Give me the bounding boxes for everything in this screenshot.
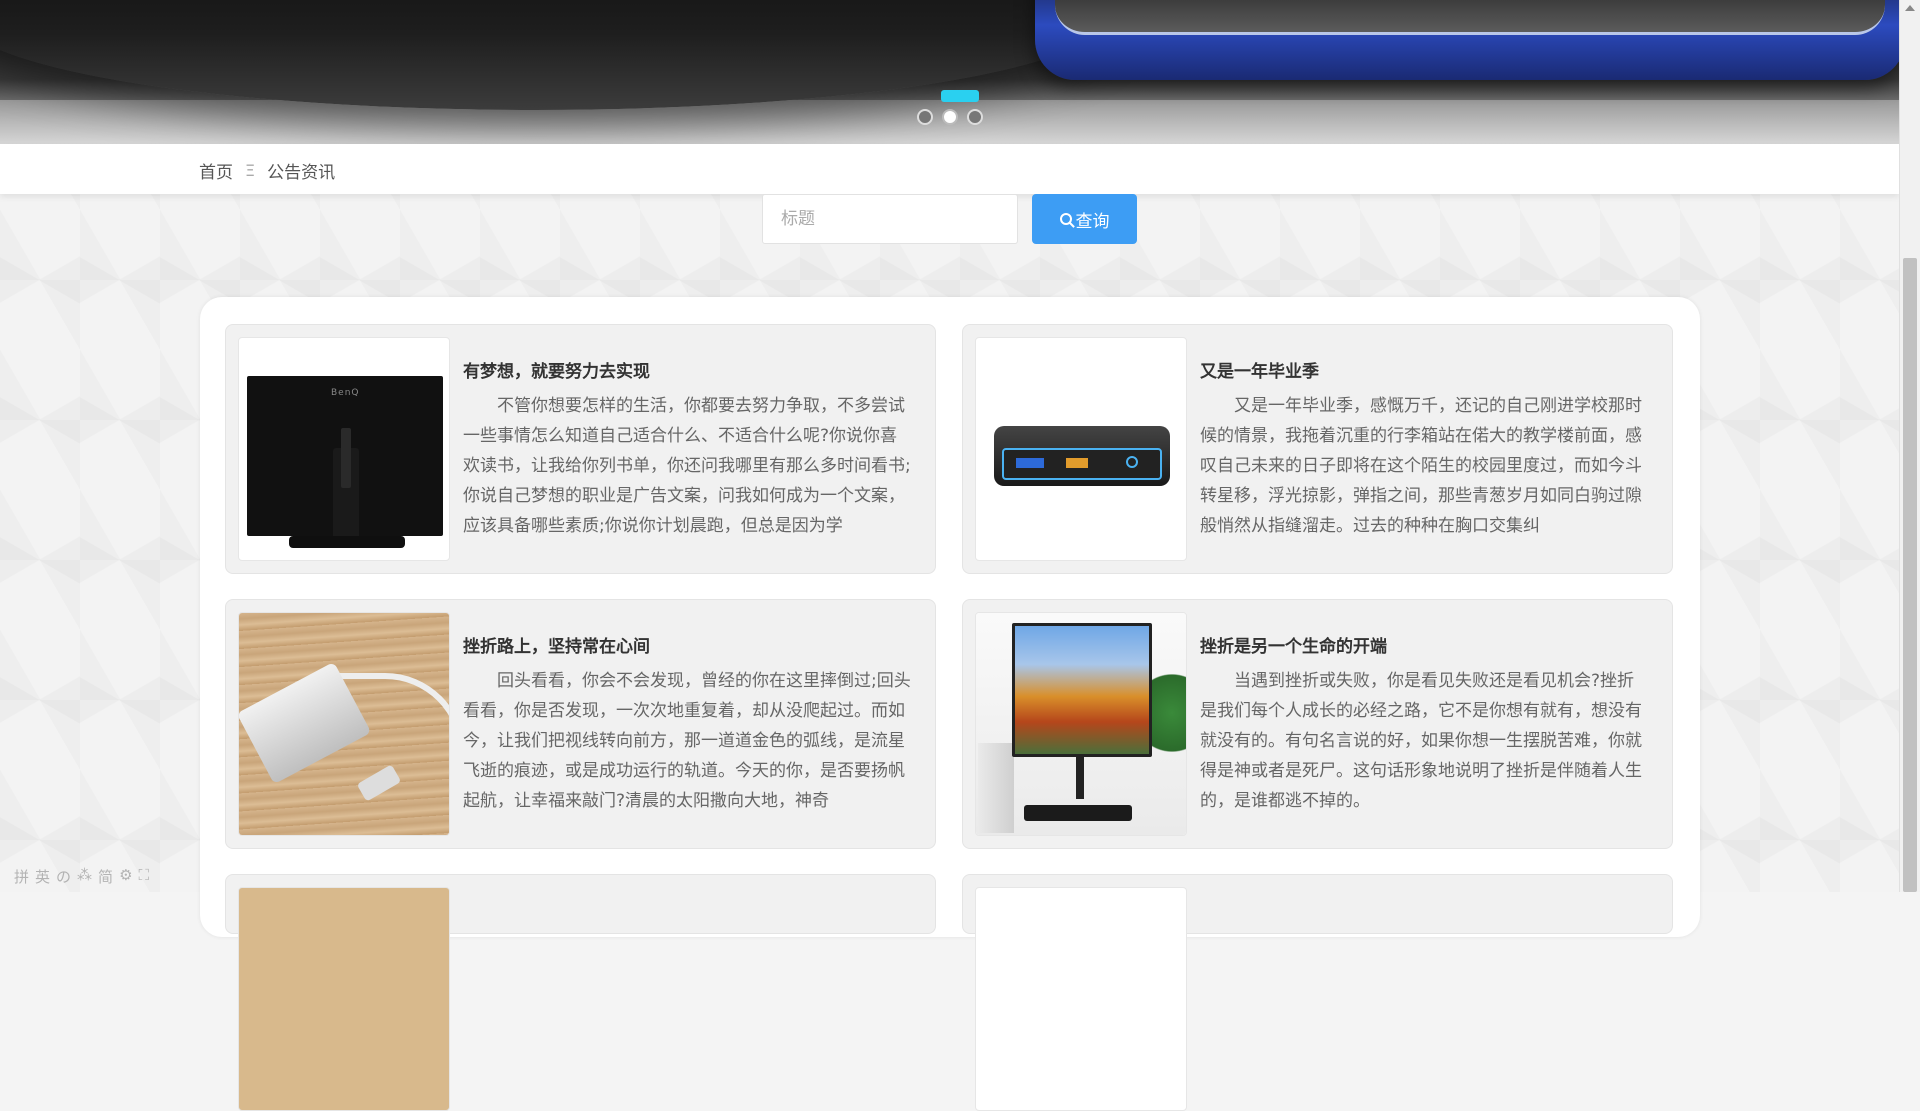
ime-pinyin-icon[interactable]: 拼 <box>14 866 29 887</box>
carousel-dot-1[interactable] <box>917 109 933 125</box>
search-icon <box>1059 213 1072 225</box>
monitor-back-image[interactable]: BenQ <box>238 337 450 561</box>
carousel-dots <box>917 109 983 125</box>
article-card[interactable]: BenQ 有梦想，就要努力去实现 不管你想要怎样的生活，你都要去努力争取，不多尝… <box>225 324 936 574</box>
article-excerpt: 回头看看，你会不会发现，曾经的你在这里摔倒过;回头看看，你是否发现，一次次地重复… <box>463 671 911 811</box>
scroll-up-icon[interactable] <box>1905 5 1915 11</box>
breadcrumb-home-link[interactable]: 首页 <box>199 158 233 183</box>
ime-toolbar: 拼 英 の ⁂ 简 ⚙ ⛶ <box>14 866 149 887</box>
breadcrumb-separator-icon: Ξ <box>245 161 256 180</box>
article-title[interactable]: 挫折是另一个生命的开端 <box>1200 632 1387 657</box>
article-card[interactable] <box>962 874 1673 1111</box>
scrollbar-thumb[interactable] <box>1903 258 1917 892</box>
breadcrumb-bar: 首页 Ξ 公告资讯 <box>0 144 1899 194</box>
article-title[interactable]: 又是一年毕业季 <box>1200 357 1319 382</box>
article-excerpt: 又是一年毕业季，感慨万千，还记的自己刚进学校那时候的情景，我拖着沉重的行李箱站在… <box>1200 396 1642 536</box>
article-card[interactable] <box>225 874 936 1111</box>
page-scrollbar[interactable] <box>1899 0 1920 892</box>
article-list-panel: BenQ 有梦想，就要努力去实现 不管你想要怎样的生活，你都要去努力争取，不多尝… <box>200 297 1700 1111</box>
banner-indicator-light <box>941 90 979 102</box>
article-thumbnail-image[interactable] <box>975 887 1187 1111</box>
search-button[interactable]: 查询 <box>1032 194 1137 244</box>
usb-hub-image[interactable] <box>238 612 450 836</box>
article-title[interactable]: 有梦想，就要努力去实现 <box>463 357 650 382</box>
article-card[interactable]: 挫折路上，坚持常在心间 回头看看，你会不会发现，曾经的你在这里摔倒过;回头看看，… <box>225 599 936 849</box>
title-search-input[interactable] <box>762 194 1018 244</box>
article-card[interactable]: 又是一年毕业季 又是一年毕业季，感慨万千，还记的自己刚进学校那时候的情景，我拖着… <box>962 324 1673 574</box>
breadcrumb: 首页 Ξ 公告资讯 <box>199 158 335 183</box>
carousel-banner[interactable] <box>0 0 1899 144</box>
breadcrumb-current[interactable]: 公告资讯 <box>267 158 335 183</box>
article-thumbnail-image[interactable] <box>238 887 450 1111</box>
carousel-dot-2[interactable] <box>942 109 958 125</box>
ime-punct-icon[interactable]: の <box>56 866 71 887</box>
ime-simplified-icon[interactable]: 简 <box>98 866 113 887</box>
ime-settings-icon[interactable]: ⚙ <box>119 866 132 887</box>
ime-symbol-icon[interactable]: ⁂ <box>77 866 92 887</box>
power-icon <box>1126 456 1138 468</box>
carousel-dot-3[interactable] <box>967 109 983 125</box>
desktop-monitor-image[interactable] <box>975 612 1187 836</box>
search-button-label: 查询 <box>1075 211 1110 232</box>
ime-english-icon[interactable]: 英 <box>35 866 50 887</box>
article-excerpt: 不管你想要怎样的生活，你都要去努力争取，不多尝试一些事情怎么知道自己适合什么、不… <box>463 396 911 536</box>
article-title[interactable]: 挫折路上，坚持常在心间 <box>463 632 650 657</box>
ime-expand-icon[interactable]: ⛶ <box>139 866 150 887</box>
mini-pc-image[interactable] <box>975 337 1187 561</box>
brand-logo: BenQ <box>331 388 360 398</box>
article-excerpt: 当遇到挫折或失败，你是看见失败还是看见机会?挫折是我们每个人成长的必经之路，它不… <box>1200 671 1642 811</box>
article-card[interactable]: 挫折是另一个生命的开端 当遇到挫折或失败，你是看见失败还是看见机会?挫折是我们每… <box>962 599 1673 849</box>
